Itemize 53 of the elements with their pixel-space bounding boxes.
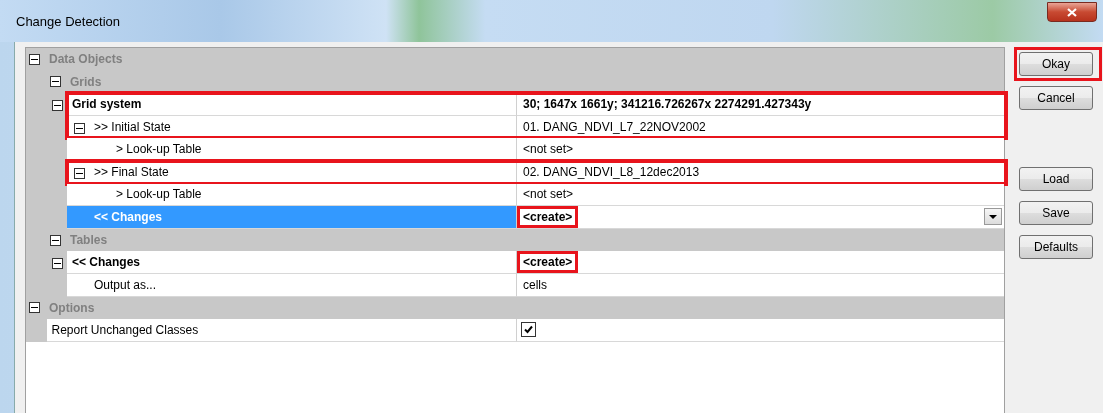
property-label: Report Unchanged Classes <box>51 322 199 337</box>
property-label: >> Final State <box>94 164 169 179</box>
category-label: Tables <box>70 233 108 248</box>
property-label-cell[interactable]: << Changes <box>67 251 516 274</box>
dialog-button[interactable]: Save <box>1019 201 1093 225</box>
property-label: >> Initial State <box>94 119 171 134</box>
property-value: <not set> <box>522 186 575 204</box>
property-label: Grid system <box>72 97 142 111</box>
collapse-icon[interactable] <box>29 302 40 314</box>
property-label-cell[interactable]: > Look-up Table <box>67 138 516 161</box>
collapse-icon[interactable] <box>52 100 63 112</box>
property-value: 01. DANG_NDVI_L7_22NOV2002 <box>522 118 707 136</box>
property-value-cell[interactable]: <not set> <box>516 183 1004 207</box>
property-value: cells <box>522 276 548 294</box>
category-label: Data Objects <box>49 52 123 67</box>
category-label: Options <box>49 300 95 315</box>
dialog-button[interactable]: Okay <box>1019 52 1093 76</box>
property-value: <create> <box>517 205 579 228</box>
property-label-cell[interactable]: > Look-up Table <box>67 183 516 207</box>
property-value-cell[interactable]: <create> <box>516 251 1004 274</box>
collapse-icon[interactable] <box>74 122 85 134</box>
property-value-cell[interactable]: <create> <box>516 206 1004 229</box>
property-value-cell[interactable]: <not set> <box>516 138 1004 161</box>
close-button[interactable] <box>1047 2 1097 22</box>
collapse-icon[interactable] <box>52 258 63 270</box>
checkbox[interactable] <box>521 322 536 338</box>
property-label-cell[interactable]: Output as... <box>67 273 516 297</box>
property-value: <not set> <box>522 141 575 159</box>
property-label: << Changes <box>94 209 163 224</box>
property-value: 02. DANG_NDVI_L8_12dec2013 <box>522 163 701 181</box>
collapse-icon[interactable] <box>29 53 40 65</box>
property-label: Output as... <box>94 277 157 292</box>
dialog-button[interactable]: Load <box>1019 167 1093 191</box>
property-label: > Look-up Table <box>116 142 202 157</box>
dropdown-button[interactable] <box>984 208 1002 226</box>
caret-icon <box>989 214 997 219</box>
collapse-icon[interactable] <box>50 234 61 246</box>
window-title: Change Detection <box>16 14 121 29</box>
property-value-cell[interactable] <box>516 319 1004 342</box>
property-value: 30; 1647x 1661y; 341216.726267x 2274291.427343y <box>522 96 813 113</box>
collapse-icon[interactable] <box>50 76 61 88</box>
property-label: > Look-up Table <box>116 187 202 202</box>
property-value: <create> <box>517 251 579 274</box>
property-value-cell[interactable]: 30; 1647x 1661y; 341216.726267x 2274291.427343y <box>516 93 1004 116</box>
dialog-button[interactable]: Defaults <box>1019 235 1093 259</box>
collapse-icon[interactable] <box>74 167 85 179</box>
property-label: << Changes <box>72 255 141 270</box>
property-value-cell[interactable]: cells <box>516 273 1004 297</box>
property-label-cell[interactable]: Report Unchanged Classes <box>46 319 516 342</box>
category-label: Grids <box>70 74 102 89</box>
property-label-cell[interactable]: Grid system <box>67 93 516 116</box>
dialog-button[interactable]: Cancel <box>1019 86 1093 110</box>
close-icon <box>1067 7 1077 17</box>
